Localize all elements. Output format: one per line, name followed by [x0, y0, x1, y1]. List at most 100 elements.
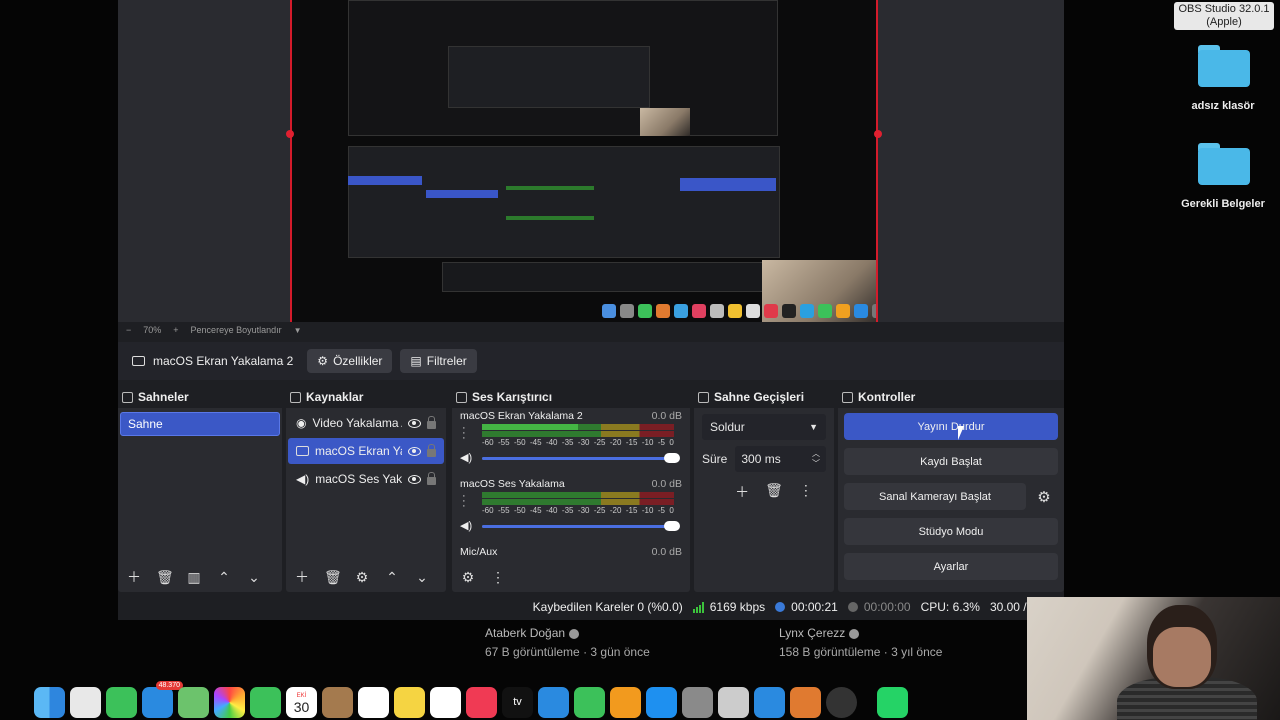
- numbers-icon[interactable]: [574, 686, 605, 718]
- speaker-icon: ◀): [296, 472, 310, 486]
- preview-area[interactable]: [118, 0, 1064, 322]
- system-settings-icon[interactable]: [682, 686, 713, 718]
- video-channel[interactable]: Lynx Çerezz: [779, 626, 860, 640]
- volume-slider[interactable]: [482, 453, 680, 463]
- garageband-icon[interactable]: [790, 686, 821, 718]
- stop-stream-button[interactable]: Yayını Durdur: [844, 413, 1058, 440]
- facetime-icon[interactable]: [250, 686, 281, 718]
- photos-icon[interactable]: [214, 686, 245, 718]
- lock-icon[interactable]: [427, 416, 436, 429]
- scene-filters-icon[interactable]: ▥: [186, 569, 202, 585]
- eye-icon[interactable]: [408, 446, 421, 456]
- filters-button[interactable]: ▤ Filtreler: [400, 349, 477, 373]
- zoom-in-button[interactable]: +: [173, 325, 178, 335]
- volume-slider[interactable]: [482, 521, 680, 531]
- more-icon[interactable]: ⋮: [490, 569, 506, 585]
- speaker-icon[interactable]: ◀): [460, 519, 472, 532]
- more-icon[interactable]: · · ·: [462, 423, 466, 444]
- start-vcam-button[interactable]: Sanal Kamerayı Başlat: [844, 483, 1026, 510]
- studio-mode-button[interactable]: Stüdyo Modu: [844, 518, 1058, 545]
- nested-meter: [506, 186, 594, 190]
- start-record-button[interactable]: Kaydı Başlat: [844, 448, 1058, 475]
- move-down-icon[interactable]: ⌄: [246, 569, 262, 585]
- more-icon[interactable]: ⋮: [799, 482, 813, 502]
- add-source-button[interactable]: ＋: [294, 569, 310, 585]
- stepper-icon[interactable]: ︿ ﹀: [812, 449, 820, 469]
- transitions-title: Sahne Geçişleri: [694, 386, 834, 408]
- bitrate-value: 6169 kbps: [709, 600, 766, 614]
- vcam-row: Sanal Kamerayı Başlat ⚙: [844, 483, 1058, 510]
- folder-icon[interactable]: [1198, 143, 1250, 185]
- launchpad-icon[interactable]: [70, 686, 101, 718]
- properties-button[interactable]: ⚙ Özellikler: [307, 349, 393, 373]
- gear-icon[interactable]: ⚙: [1030, 483, 1058, 510]
- more-icon[interactable]: · · ·: [462, 491, 466, 512]
- lock-icon[interactable]: [427, 444, 436, 457]
- resize-handle[interactable]: [286, 130, 294, 138]
- dock-icon: [456, 391, 467, 403]
- reminders-icon[interactable]: [358, 686, 389, 718]
- settings-button[interactable]: Ayarlar: [844, 553, 1058, 580]
- gear-icon[interactable]: ⚙: [354, 569, 370, 585]
- duration-input[interactable]: 300 ms ︿ ﹀: [735, 446, 826, 472]
- finder-icon[interactable]: [34, 686, 65, 718]
- scene-item[interactable]: Sahne: [120, 412, 280, 436]
- video-meta: 158 B görüntüleme · 3 yıl önce: [779, 645, 943, 659]
- trash-icon[interactable]: 🗑: [324, 569, 342, 585]
- whatsapp-icon[interactable]: [877, 686, 908, 718]
- folder-icon[interactable]: [1198, 45, 1250, 87]
- scenes-dock: Sahneler Sahne ＋ 🗑 ▥ ⌃ ⌄: [118, 386, 282, 592]
- trash-icon[interactable]: 🗑: [156, 569, 174, 585]
- obs-icon[interactable]: [826, 686, 857, 718]
- preview-app-icon[interactable]: [718, 686, 749, 718]
- music-icon[interactable]: [466, 686, 497, 718]
- filters-label: Filtreler: [426, 354, 467, 368]
- notes-icon[interactable]: [394, 686, 425, 718]
- app-store-icon[interactable]: [646, 686, 677, 718]
- resize-handle[interactable]: [874, 130, 882, 138]
- messages-icon[interactable]: [106, 686, 137, 718]
- video-channel[interactable]: Ataberk Doğan: [485, 626, 580, 640]
- zoom-out-button[interactable]: −: [126, 325, 131, 335]
- keynote-icon[interactable]: [538, 686, 569, 718]
- safari-icon[interactable]: [754, 686, 785, 718]
- mail-icon[interactable]: 48.370: [142, 680, 183, 718]
- tv-icon[interactable]: tv: [502, 686, 533, 718]
- speaker-icon[interactable]: ◀): [460, 451, 472, 464]
- trash-icon[interactable]: 🗑: [765, 482, 783, 502]
- source-item[interactable]: ◉ Video Yakalama Aygıtı: [288, 410, 444, 436]
- preview-canvas[interactable]: [290, 0, 878, 322]
- move-up-icon[interactable]: ⌃: [216, 569, 232, 585]
- pages-icon[interactable]: [610, 686, 641, 718]
- status-bar: Kaybedilen Kareler 0 (%0.0) 6169 kbps 00…: [118, 596, 1064, 618]
- calendar-day: 30: [293, 699, 310, 715]
- channel-name: Mic/Aux: [460, 546, 498, 558]
- add-scene-button[interactable]: ＋: [126, 569, 142, 585]
- freeform-icon[interactable]: [430, 686, 461, 718]
- folder-label[interactable]: adsız klasör: [1168, 100, 1278, 112]
- add-transition-button[interactable]: ＋: [735, 482, 749, 502]
- advanced-audio-icon[interactable]: ⚙: [460, 569, 476, 585]
- nested-webcam: [640, 108, 690, 136]
- move-up-icon[interactable]: ⌃: [384, 569, 400, 585]
- eye-icon[interactable]: [408, 418, 421, 428]
- sources-title: Kaynaklar: [286, 386, 446, 408]
- fit-window-label[interactable]: Pencereye Boyutlandır: [191, 325, 282, 335]
- move-down-icon[interactable]: ⌄: [414, 569, 430, 585]
- signal-icon: [692, 601, 704, 613]
- selected-source-name: macOS Ekran Yakalama 2: [153, 354, 294, 368]
- eye-icon[interactable]: [408, 474, 421, 484]
- maps-icon[interactable]: [178, 686, 209, 718]
- contacts-icon[interactable]: [322, 686, 353, 718]
- transition-select[interactable]: Soldur ▼: [702, 414, 826, 440]
- lock-icon[interactable]: [427, 472, 436, 485]
- folder-label[interactable]: Gerekli Belgeler: [1168, 198, 1278, 210]
- mixer-toolbar: ⚙ ⋮: [452, 566, 506, 588]
- stream-time: 00:00:21: [775, 600, 838, 614]
- chevron-down-icon[interactable]: ▼: [294, 326, 302, 335]
- calendar-icon[interactable]: EKİ 30: [286, 686, 317, 718]
- source-item[interactable]: ◀) macOS Ses Yakalama: [288, 466, 444, 492]
- nested-source-item: [426, 190, 498, 198]
- webcam-overlay: [1027, 597, 1280, 720]
- source-item[interactable]: macOS Ekran Yakalama 2: [288, 438, 444, 464]
